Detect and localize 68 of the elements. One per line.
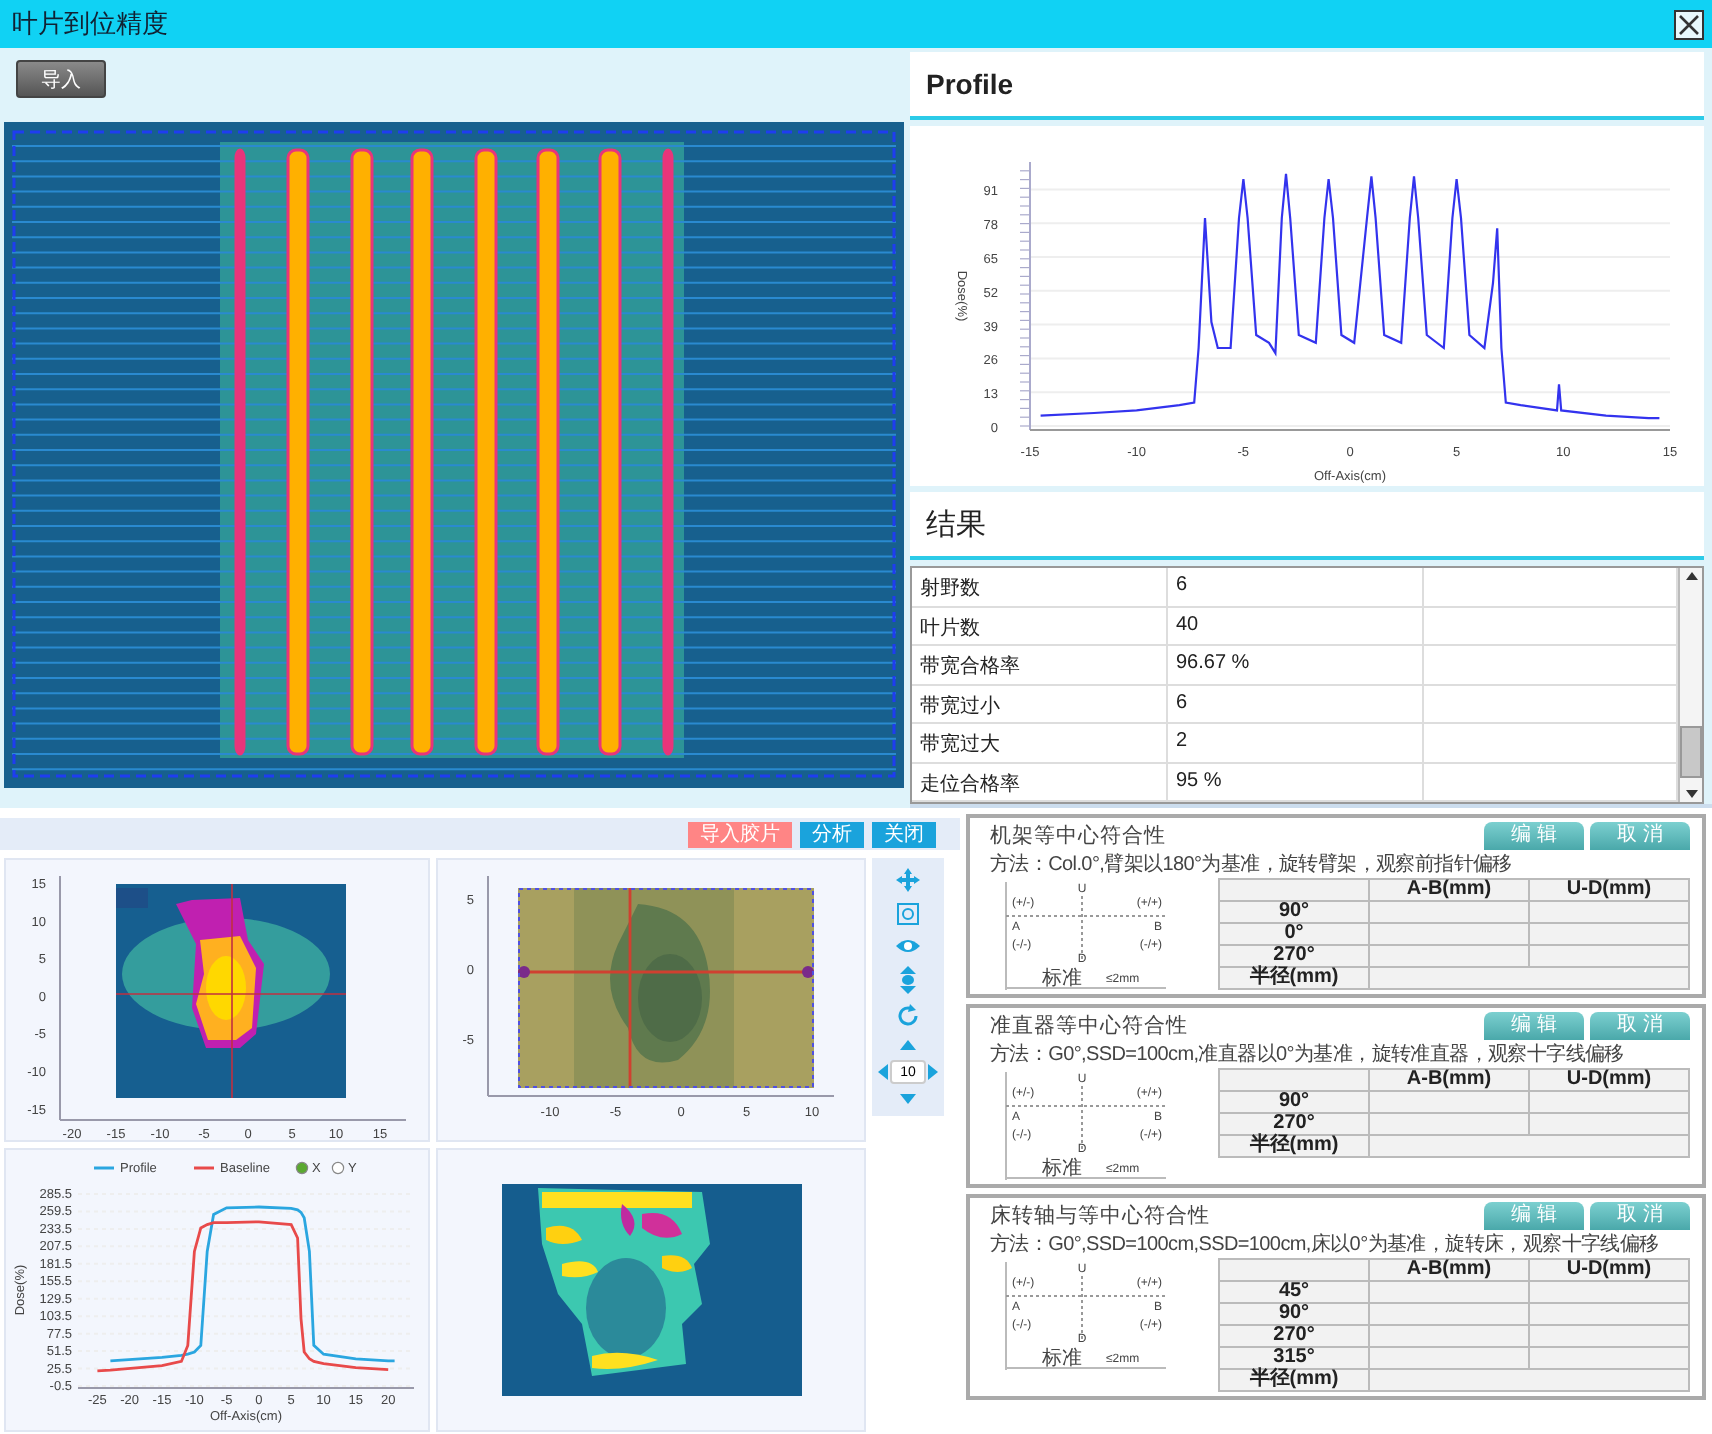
table-cell: 95 %: [1168, 763, 1424, 802]
row-header: 270°: [1219, 1325, 1369, 1347]
table-cell: 带宽过小: [912, 685, 1168, 725]
column-header: A-B(mm): [1369, 1259, 1529, 1281]
table-cell: 叶片数: [912, 607, 1168, 647]
radio-button[interactable]: [331, 1161, 345, 1175]
eye-icon[interactable]: [894, 936, 922, 956]
table-cell: 2: [1168, 724, 1424, 764]
legend-marker: [94, 1166, 114, 1170]
scroll-thumb[interactable]: [1680, 726, 1702, 778]
table-cell: 96.67 %: [1168, 646, 1424, 686]
row-header: 270°: [1219, 1113, 1369, 1135]
close-button[interactable]: [1674, 9, 1704, 39]
column-header: U-D(mm): [1529, 1069, 1689, 1091]
check-title: 机架等中心符合性: [990, 822, 1166, 850]
table-cell: 走位合格率: [912, 763, 1168, 802]
cancel-button[interactable]: 取 消: [1590, 1202, 1690, 1230]
cancel-button[interactable]: 取 消: [1590, 822, 1690, 850]
table-cell: 6: [1168, 568, 1424, 608]
column-header: A-B(mm): [1369, 1069, 1529, 1091]
table-cell: 带宽合格率: [912, 646, 1168, 686]
column-header: A-B(mm): [1369, 879, 1529, 901]
table-cell: 6: [1168, 685, 1424, 725]
diagram-label: 标准: [1042, 968, 1082, 990]
import-button[interactable]: 导入: [16, 60, 106, 98]
radio-button[interactable]: [295, 1161, 309, 1175]
column-header: U-D(mm): [1529, 1259, 1689, 1281]
row-header: 半径(mm): [1219, 967, 1369, 989]
window-title: 叶片到位精度: [12, 6, 168, 42]
row-header: 45°: [1219, 1281, 1369, 1303]
toolbar-button[interactable]: 分析: [800, 821, 864, 847]
left-arrow-icon[interactable]: [876, 1062, 888, 1082]
rotate-icon[interactable]: [896, 1004, 920, 1028]
check-title: 床转轴与等中心符合性: [990, 1202, 1210, 1230]
move-icon[interactable]: [896, 868, 920, 892]
vertical-arrows-icon[interactable]: [898, 966, 918, 994]
row-header: 90°: [1219, 1091, 1369, 1113]
row-header: 半径(mm): [1219, 1369, 1369, 1391]
diagram-label: 标准: [1042, 1158, 1082, 1180]
diagram-label: 标准: [1042, 1348, 1082, 1370]
panel-title: 结果: [926, 505, 986, 543]
up-arrow-icon[interactable]: [1681, 568, 1701, 584]
row-header: 90°: [1219, 901, 1369, 923]
down-arrow-icon[interactable]: [1681, 786, 1701, 802]
scrollbar[interactable]: [1678, 568, 1702, 802]
method-text: 方法：G0°,SSD=100cm,SSD=100cm,床以0°为基准，旋转床，观察十字线偏移: [990, 1231, 1661, 1258]
edit-button[interactable]: 编 辑: [1484, 1012, 1584, 1040]
table-cell: 射野数: [912, 568, 1168, 608]
table-cell: 带宽过大: [912, 724, 1168, 764]
toolbar-button[interactable]: 关闭: [872, 821, 936, 847]
row-header: 半径(mm): [1219, 1135, 1369, 1157]
method-text: 方法：Col.0°,臂架以180°为基准，旋转臂架，观察前指针偏移: [990, 851, 1514, 878]
method-text: 方法：G0°,SSD=100cm,准直器以0°为基准，旋转准直器，观察十字线偏移: [990, 1041, 1626, 1068]
edit-button[interactable]: 编 辑: [1484, 1202, 1584, 1230]
zoom-fit-icon[interactable]: [896, 902, 920, 926]
table-cell: 40: [1168, 607, 1424, 647]
row-header: 90°: [1219, 1303, 1369, 1325]
row-header: 315°: [1219, 1347, 1369, 1369]
right-arrow-icon[interactable]: [928, 1062, 940, 1082]
toolbar-button[interactable]: 导入胶片: [688, 821, 792, 847]
edit-button[interactable]: 编 辑: [1484, 822, 1584, 850]
cancel-button[interactable]: 取 消: [1590, 1012, 1690, 1040]
panel-title: Profile: [926, 68, 1014, 100]
column-header: U-D(mm): [1529, 879, 1689, 901]
row-header: 0°: [1219, 923, 1369, 945]
check-title: 准直器等中心符合性: [990, 1012, 1188, 1040]
legend-marker: [194, 1166, 214, 1170]
row-header: 270°: [1219, 945, 1369, 967]
